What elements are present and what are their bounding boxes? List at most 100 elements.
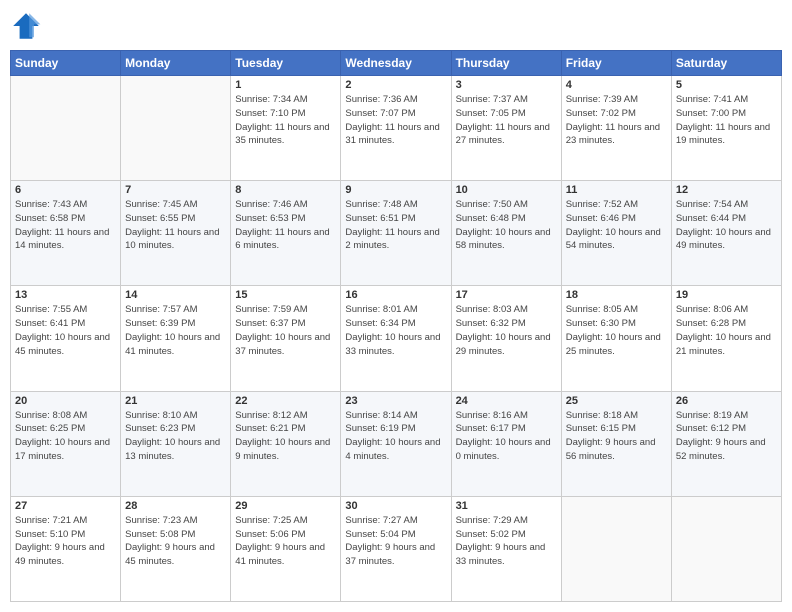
calendar-table: SundayMondayTuesdayWednesdayThursdayFrid… bbox=[10, 50, 782, 602]
weekday-header: Sunday bbox=[11, 51, 121, 76]
day-info: Sunrise: 8:03 AMSunset: 6:32 PMDaylight:… bbox=[456, 303, 557, 358]
calendar-day-cell: 24 Sunrise: 8:16 AMSunset: 6:17 PMDayligh… bbox=[451, 391, 561, 496]
day-info: Sunrise: 8:08 AMSunset: 6:25 PMDaylight:… bbox=[15, 409, 116, 464]
day-info: Sunrise: 7:59 AMSunset: 6:37 PMDaylight:… bbox=[235, 303, 336, 358]
day-number: 1 bbox=[235, 79, 336, 91]
day-number: 10 bbox=[456, 184, 557, 196]
day-number: 26 bbox=[676, 395, 777, 407]
day-info: Sunrise: 7:41 AMSunset: 7:00 PMDaylight:… bbox=[676, 93, 777, 148]
day-number: 28 bbox=[125, 500, 226, 512]
day-number: 11 bbox=[566, 184, 667, 196]
logo-icon bbox=[10, 10, 42, 42]
day-info: Sunrise: 7:45 AMSunset: 6:55 PMDaylight:… bbox=[125, 198, 226, 253]
calendar-day-cell: 27 Sunrise: 7:21 AMSunset: 5:10 PMDayligh… bbox=[11, 496, 121, 601]
day-number: 9 bbox=[345, 184, 446, 196]
calendar-day-cell bbox=[11, 76, 121, 181]
calendar-day-cell: 10 Sunrise: 7:50 AMSunset: 6:48 PMDayligh… bbox=[451, 181, 561, 286]
calendar-day-cell: 28 Sunrise: 7:23 AMSunset: 5:08 PMDayligh… bbox=[121, 496, 231, 601]
day-number: 23 bbox=[345, 395, 446, 407]
day-number: 5 bbox=[676, 79, 777, 91]
day-number: 3 bbox=[456, 79, 557, 91]
logo bbox=[10, 10, 44, 42]
day-info: Sunrise: 7:37 AMSunset: 7:05 PMDaylight:… bbox=[456, 93, 557, 148]
calendar-day-cell: 6Sunrise: 7:43 AMSunset: 6:58 PMDaylight… bbox=[11, 181, 121, 286]
calendar-day-cell: 12 Sunrise: 7:54 AMSunset: 6:44 PMDayligh… bbox=[671, 181, 781, 286]
calendar-week-row: 13 Sunrise: 7:55 AMSunset: 6:41 PMDayligh… bbox=[11, 286, 782, 391]
calendar-day-cell: 26 Sunrise: 8:19 AMSunset: 6:12 PMDayligh… bbox=[671, 391, 781, 496]
calendar-day-cell: 20 Sunrise: 8:08 AMSunset: 6:25 PMDayligh… bbox=[11, 391, 121, 496]
calendar-day-cell: 16 Sunrise: 8:01 AMSunset: 6:34 PMDayligh… bbox=[341, 286, 451, 391]
day-number: 31 bbox=[456, 500, 557, 512]
calendar-day-cell: 22 Sunrise: 8:12 AMSunset: 6:21 PMDayligh… bbox=[231, 391, 341, 496]
calendar-day-cell: 29Sunrise: 7:25 AMSunset: 5:06 PMDayligh… bbox=[231, 496, 341, 601]
calendar-day-cell: 30 Sunrise: 7:27 AMSunset: 5:04 PMDayligh… bbox=[341, 496, 451, 601]
weekday-header: Tuesday bbox=[231, 51, 341, 76]
day-info: Sunrise: 7:21 AMSunset: 5:10 PMDaylight:… bbox=[15, 514, 116, 569]
calendar-day-cell bbox=[561, 496, 671, 601]
day-info: Sunrise: 7:55 AMSunset: 6:41 PMDaylight:… bbox=[15, 303, 116, 358]
day-number: 27 bbox=[15, 500, 116, 512]
day-info: Sunrise: 8:12 AMSunset: 6:21 PMDaylight:… bbox=[235, 409, 336, 464]
day-info: Sunrise: 7:57 AMSunset: 6:39 PMDaylight:… bbox=[125, 303, 226, 358]
day-info: Sunrise: 7:48 AMSunset: 6:51 PMDaylight:… bbox=[345, 198, 446, 253]
day-number: 20 bbox=[15, 395, 116, 407]
day-number: 8 bbox=[235, 184, 336, 196]
day-info: Sunrise: 7:46 AMSunset: 6:53 PMDaylight:… bbox=[235, 198, 336, 253]
day-number: 6 bbox=[15, 184, 116, 196]
calendar-day-cell: 5 Sunrise: 7:41 AMSunset: 7:00 PMDaylight… bbox=[671, 76, 781, 181]
calendar-day-cell: 13 Sunrise: 7:55 AMSunset: 6:41 PMDayligh… bbox=[11, 286, 121, 391]
day-info: Sunrise: 7:54 AMSunset: 6:44 PMDaylight:… bbox=[676, 198, 777, 253]
day-number: 25 bbox=[566, 395, 667, 407]
day-info: Sunrise: 7:27 AMSunset: 5:04 PMDaylight:… bbox=[345, 514, 446, 569]
day-number: 17 bbox=[456, 289, 557, 301]
calendar-day-cell: 11 Sunrise: 7:52 AMSunset: 6:46 PMDayligh… bbox=[561, 181, 671, 286]
day-info: Sunrise: 8:06 AMSunset: 6:28 PMDaylight:… bbox=[676, 303, 777, 358]
day-number: 2 bbox=[345, 79, 446, 91]
day-number: 12 bbox=[676, 184, 777, 196]
day-number: 14 bbox=[125, 289, 226, 301]
day-info: Sunrise: 8:18 AMSunset: 6:15 PMDaylight:… bbox=[566, 409, 667, 464]
calendar-week-row: 6Sunrise: 7:43 AMSunset: 6:58 PMDaylight… bbox=[11, 181, 782, 286]
day-number: 22 bbox=[235, 395, 336, 407]
calendar-day-cell: 17 Sunrise: 8:03 AMSunset: 6:32 PMDayligh… bbox=[451, 286, 561, 391]
weekday-header: Friday bbox=[561, 51, 671, 76]
calendar-day-cell: 25 Sunrise: 8:18 AMSunset: 6:15 PMDayligh… bbox=[561, 391, 671, 496]
day-info: Sunrise: 7:39 AMSunset: 7:02 PMDaylight:… bbox=[566, 93, 667, 148]
weekday-header: Thursday bbox=[451, 51, 561, 76]
day-number: 21 bbox=[125, 395, 226, 407]
day-info: Sunrise: 8:19 AMSunset: 6:12 PMDaylight:… bbox=[676, 409, 777, 464]
day-info: Sunrise: 7:29 AMSunset: 5:02 PMDaylight:… bbox=[456, 514, 557, 569]
calendar-day-cell: 3 Sunrise: 7:37 AMSunset: 7:05 PMDaylight… bbox=[451, 76, 561, 181]
day-info: Sunrise: 7:50 AMSunset: 6:48 PMDaylight:… bbox=[456, 198, 557, 253]
header bbox=[10, 10, 782, 42]
day-info: Sunrise: 8:16 AMSunset: 6:17 PMDaylight:… bbox=[456, 409, 557, 464]
day-number: 16 bbox=[345, 289, 446, 301]
calendar-day-cell: 7 Sunrise: 7:45 AMSunset: 6:55 PMDaylight… bbox=[121, 181, 231, 286]
day-number: 24 bbox=[456, 395, 557, 407]
day-info: Sunrise: 8:14 AMSunset: 6:19 PMDaylight:… bbox=[345, 409, 446, 464]
calendar-day-cell: 4 Sunrise: 7:39 AMSunset: 7:02 PMDaylight… bbox=[561, 76, 671, 181]
day-info: Sunrise: 7:23 AMSunset: 5:08 PMDaylight:… bbox=[125, 514, 226, 569]
calendar-day-cell bbox=[671, 496, 781, 601]
day-info: Sunrise: 7:36 AMSunset: 7:07 PMDaylight:… bbox=[345, 93, 446, 148]
day-info: Sunrise: 7:25 AMSunset: 5:06 PMDaylight:… bbox=[235, 514, 336, 569]
day-number: 4 bbox=[566, 79, 667, 91]
weekday-header: Monday bbox=[121, 51, 231, 76]
calendar-day-cell: 31 Sunrise: 7:29 AMSunset: 5:02 PMDayligh… bbox=[451, 496, 561, 601]
day-number: 19 bbox=[676, 289, 777, 301]
calendar-week-row: 1 Sunrise: 7:34 AMSunset: 7:10 PMDaylight… bbox=[11, 76, 782, 181]
day-info: Sunrise: 8:05 AMSunset: 6:30 PMDaylight:… bbox=[566, 303, 667, 358]
calendar-day-cell: 14 Sunrise: 7:57 AMSunset: 6:39 PMDayligh… bbox=[121, 286, 231, 391]
calendar-day-cell: 8 Sunrise: 7:46 AMSunset: 6:53 PMDaylight… bbox=[231, 181, 341, 286]
calendar-day-cell: 15Sunrise: 7:59 AMSunset: 6:37 PMDayligh… bbox=[231, 286, 341, 391]
day-info: Sunrise: 8:01 AMSunset: 6:34 PMDaylight:… bbox=[345, 303, 446, 358]
calendar-day-cell: 21 Sunrise: 8:10 AMSunset: 6:23 PMDayligh… bbox=[121, 391, 231, 496]
day-info: Sunrise: 7:34 AMSunset: 7:10 PMDaylight:… bbox=[235, 93, 336, 148]
day-number: 13 bbox=[15, 289, 116, 301]
day-info: Sunrise: 8:10 AMSunset: 6:23 PMDaylight:… bbox=[125, 409, 226, 464]
weekday-header: Wednesday bbox=[341, 51, 451, 76]
calendar-day-cell: 9 Sunrise: 7:48 AMSunset: 6:51 PMDaylight… bbox=[341, 181, 451, 286]
day-info: Sunrise: 7:52 AMSunset: 6:46 PMDaylight:… bbox=[566, 198, 667, 253]
day-number: 7 bbox=[125, 184, 226, 196]
day-number: 30 bbox=[345, 500, 446, 512]
